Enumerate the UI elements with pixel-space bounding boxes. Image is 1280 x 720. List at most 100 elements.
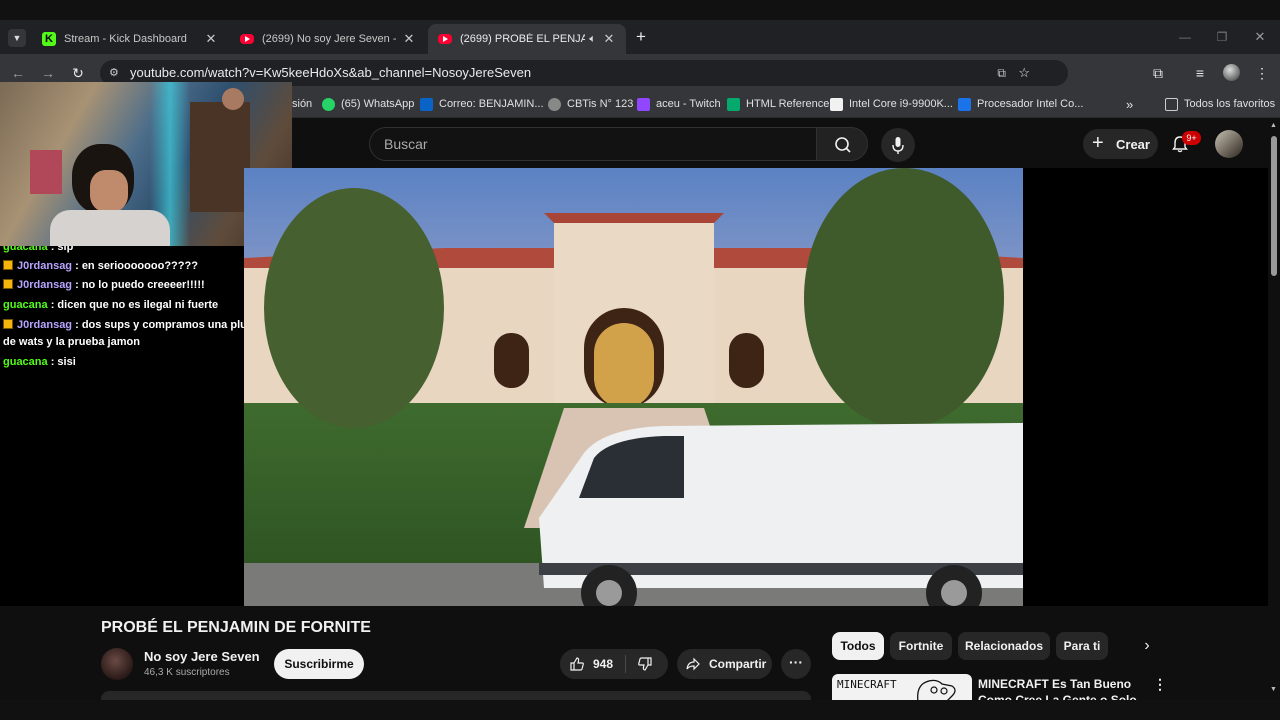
close-icon[interactable]: ✕ — [204, 31, 218, 47]
install-app-icon[interactable]: ⧉ — [997, 60, 1006, 86]
bookmark-label: Intel Core i9-9900K... — [849, 98, 953, 110]
tab-title: (2699) PROBÉ EL PENJAMIN — [460, 33, 586, 45]
media-controls-icon[interactable]: ≡ — [1190, 63, 1210, 83]
subscriber-badge-icon — [3, 319, 13, 329]
search-button[interactable] — [816, 127, 868, 161]
chat-username: J0rdansag — [17, 260, 73, 272]
subscriber-badge-icon — [3, 279, 13, 289]
screen-bottom-strip — [0, 700, 1280, 720]
share-label: Compartir — [709, 657, 767, 671]
video-player[interactable] — [244, 168, 1023, 606]
webcam-person-body — [50, 210, 170, 246]
tab-youtube-video[interactable]: (2699) PROBÉ EL PENJAMIN 🔈︎ ✕ — [428, 24, 626, 54]
bookmark-star-icon[interactable]: ☆ — [1018, 60, 1030, 86]
chevron-right-icon[interactable]: › — [1136, 634, 1158, 658]
chat-username: J0rdansag — [17, 319, 73, 331]
share-arrow-icon — [686, 657, 700, 671]
scroll-up-arrow-icon[interactable]: ▲ — [1270, 122, 1277, 129]
bookmark-item[interactable]: (65) WhatsApp — [322, 96, 414, 112]
chat-username: J0rdansag — [17, 279, 73, 291]
subscriber-count: 46,3 K suscriptores — [144, 667, 230, 678]
bookmark-label: aceu - Twitch — [656, 98, 721, 110]
amazon-icon — [830, 97, 843, 111]
profile-avatar[interactable] — [1223, 64, 1240, 81]
bookmark-label: Correo: BENJAMIN... — [439, 98, 544, 110]
tab-kick-dashboard[interactable]: K Stream - Kick Dashboard ✕ — [32, 24, 228, 54]
browser-tab-bar: ▼ K Stream - Kick Dashboard ✕ (2699) No … — [0, 20, 1280, 54]
chip-fortnite[interactable]: Fortnite — [890, 632, 952, 660]
close-icon[interactable]: ✕ — [402, 31, 416, 47]
speaker-icon[interactable]: 🔈︎ — [589, 33, 596, 46]
webcam-poster — [30, 150, 62, 194]
like-dislike-group: 948 — [560, 649, 668, 679]
w3-icon — [727, 97, 740, 111]
tab-title: (2699) No soy Jere Seven - You — [262, 33, 396, 45]
bookmark-label: (65) WhatsApp — [341, 98, 415, 110]
video-title: PROBÉ EL PENJAMIN DE FORNITE — [101, 619, 371, 636]
bookmark-item[interactable]: CBTis N° 123 — [548, 96, 633, 112]
tab-search-button[interactable]: ▼ — [8, 29, 26, 47]
create-button[interactable]: + Crear — [1083, 129, 1158, 159]
page-scrollbar[interactable]: ▲ ▼ — [1268, 118, 1280, 700]
twitch-icon — [637, 97, 650, 111]
search-input[interactable]: Buscar — [369, 127, 816, 161]
microphone-icon — [892, 137, 904, 154]
bookmark-item[interactable]: Intel Core i9-9900K... — [830, 96, 953, 112]
scrollbar-thumb[interactable] — [1271, 136, 1277, 276]
chat-username: guacana — [3, 299, 48, 311]
bookmark-label: HTML Reference — [746, 98, 830, 110]
whatsapp-icon — [322, 97, 335, 111]
window-close-button[interactable]: ✕ — [1252, 29, 1268, 45]
chat-text: : dicen que no es ilegal ni fuerte — [50, 299, 219, 311]
bookmark-label: Procesador Intel Co... — [977, 98, 1084, 110]
reload-button[interactable]: ↻ — [68, 63, 88, 83]
bookmark-item[interactable]: HTML Reference — [727, 96, 829, 112]
more-actions-button[interactable]: ··· — [781, 649, 811, 679]
scroll-down-arrow-icon[interactable]: ▼ — [1270, 686, 1277, 693]
notification-badge: 9+ — [1182, 131, 1201, 145]
channel-avatar[interactable] — [101, 648, 133, 680]
chip-relacionados[interactable]: Relacionados — [958, 632, 1050, 660]
close-icon[interactable]: ✕ — [602, 31, 616, 47]
restore-button[interactable]: ❐ — [1214, 29, 1230, 45]
voice-search-button[interactable] — [881, 128, 915, 162]
more-bookmarks-chevron-icon[interactable]: » — [1126, 96, 1133, 112]
all-bookmarks-folder[interactable]: Todos los favoritos — [1165, 96, 1275, 112]
forward-button[interactable]: → — [38, 63, 58, 83]
back-button[interactable]: ← — [8, 63, 28, 83]
chat-message: J0rdansag : dos sups y compramos una plu… — [3, 317, 285, 351]
bookmark-item[interactable]: sión — [292, 96, 312, 112]
thumbs-down-icon — [638, 657, 652, 671]
subscribe-button[interactable]: Suscribirme — [274, 649, 364, 679]
bookmark-label: CBTis N° 123 — [567, 98, 634, 110]
minimize-button[interactable]: — — [1177, 29, 1193, 45]
search-placeholder: Buscar — [384, 136, 428, 152]
new-tab-button[interactable]: + — [632, 27, 650, 47]
recommendation-menu-icon[interactable]: ⋮ — [1152, 676, 1168, 694]
bookmark-item[interactable]: aceu - Twitch — [637, 96, 721, 112]
chevron-down-icon: ▼ — [12, 33, 22, 43]
dislike-button[interactable] — [626, 649, 668, 679]
extensions-icon[interactable]: ⧉ — [1148, 63, 1168, 83]
chat-text: : sisi — [50, 356, 76, 368]
url-text: youtube.com/watch?v=Kw5keeHdoXs&ab_chann… — [130, 65, 532, 80]
tab-youtube-channel[interactable]: (2699) No soy Jere Seven - You ✕ — [230, 24, 426, 54]
share-button[interactable]: Compartir — [677, 649, 772, 679]
webcam-mirror-face — [222, 88, 244, 110]
store-icon — [958, 97, 971, 111]
youtube-icon — [240, 34, 254, 44]
webcam-person-face — [90, 170, 128, 212]
bookmark-item[interactable]: Procesador Intel Co... — [958, 96, 1083, 112]
globe-icon — [548, 97, 561, 111]
like-button[interactable]: 948 — [560, 649, 624, 679]
chat-message: guacana : sisi — [3, 354, 285, 371]
chip-todos[interactable]: Todos — [832, 632, 884, 660]
tab-title: Stream - Kick Dashboard — [64, 33, 187, 45]
kebab-menu-icon[interactable]: ⋮ — [1252, 63, 1272, 83]
create-label: Crear — [1116, 137, 1150, 152]
account-avatar[interactable] — [1215, 130, 1243, 158]
bookmark-item[interactable]: Correo: BENJAMIN... — [420, 96, 544, 112]
chip-para-ti[interactable]: Para ti — [1056, 632, 1108, 660]
channel-name[interactable]: No soy Jere Seven — [144, 649, 260, 664]
webcam-shelf — [190, 102, 250, 212]
